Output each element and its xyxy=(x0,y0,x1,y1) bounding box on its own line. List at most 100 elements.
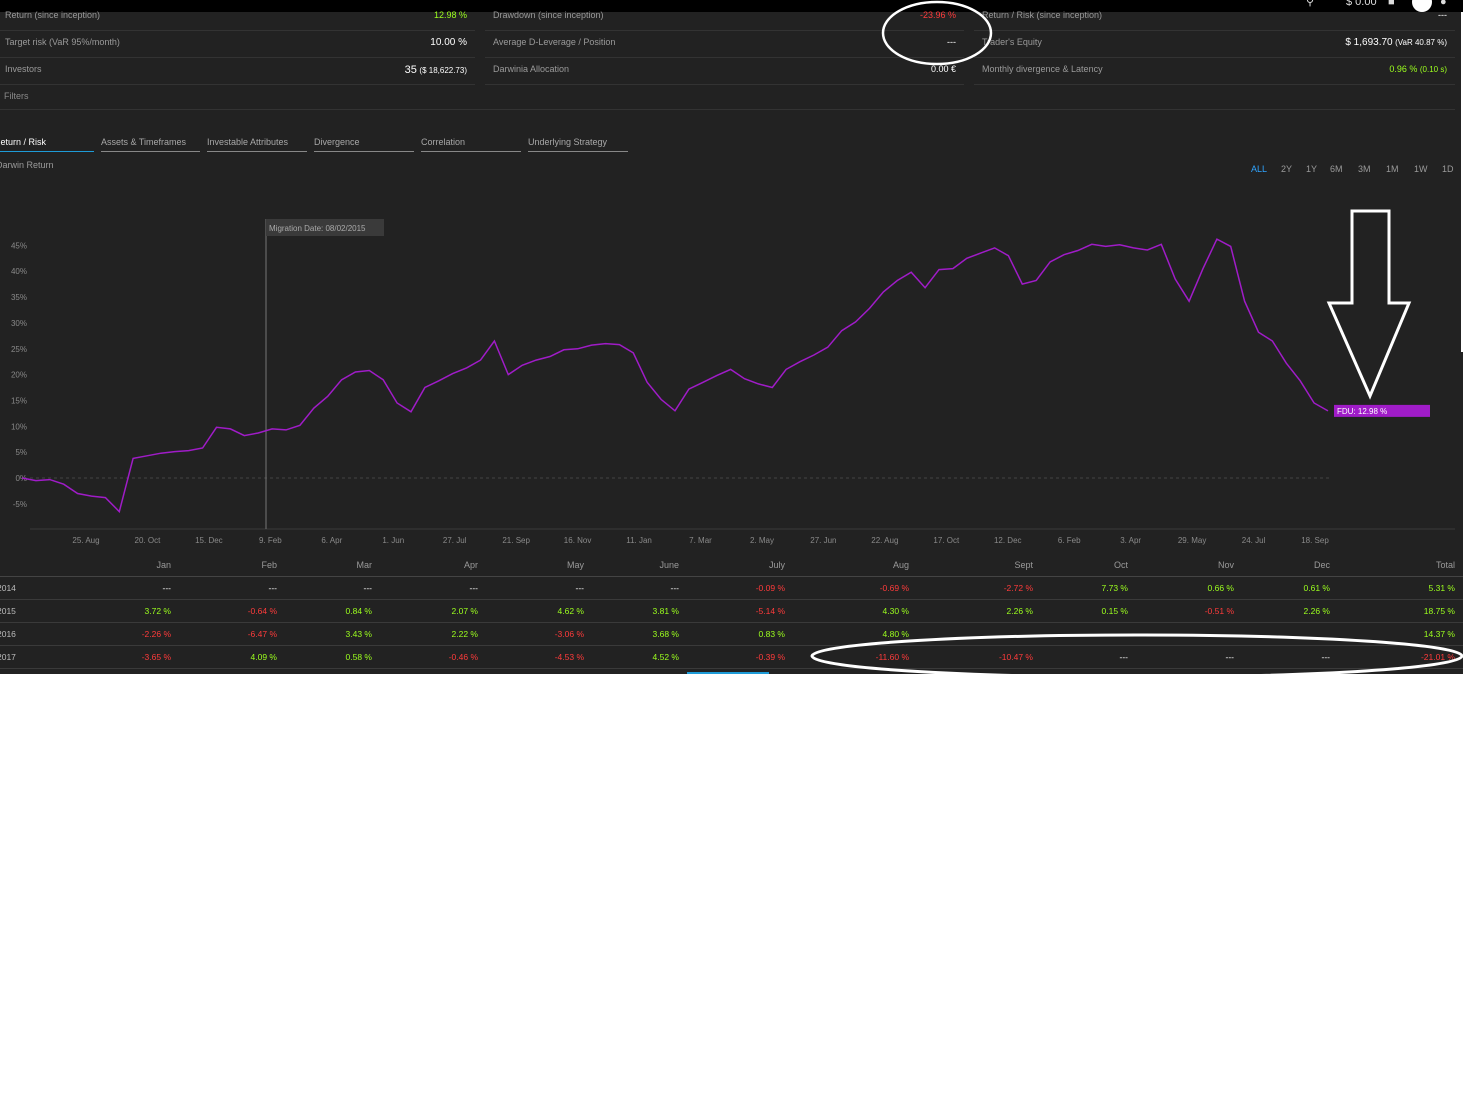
monthly-return-cell: 4.52 % xyxy=(652,652,679,662)
monthly-return-cell: 3.72 % xyxy=(144,606,171,616)
calendar-column-header: May xyxy=(566,560,584,570)
stat-label: Trader's Equity xyxy=(982,37,1042,47)
range-3m[interactable]: 3M xyxy=(1358,164,1371,174)
monthly-return-cell: 5.31 % xyxy=(1428,583,1455,593)
stat-divergence: Monthly divergence & Latency 0.96 % (0.1… xyxy=(974,58,1455,85)
equity-var: (VaR 40.87 %) xyxy=(1395,38,1447,47)
x-tick-label: 6. Apr xyxy=(321,536,342,545)
y-tick-label: -5% xyxy=(13,500,27,509)
x-tick-label: 27. Jun xyxy=(810,536,836,545)
stat-drawdown: Drawdown (since inception) -23.96 % xyxy=(485,4,964,31)
y-tick-label: 5% xyxy=(15,448,27,457)
x-tick-label: 2. May xyxy=(750,536,774,545)
stat-return-risk: Return / Risk (since inception) --- xyxy=(974,4,1455,31)
x-tick-label: 21. Sep xyxy=(502,536,530,545)
monthly-return-cell: -3.65 % xyxy=(141,652,171,662)
calendar-column-header: Mar xyxy=(356,560,373,570)
monthly-return-cell: -0.64 % xyxy=(247,606,277,616)
year-label: 2014 xyxy=(0,583,16,593)
calendar-column-header: Nov xyxy=(1217,560,1234,570)
stat-label: Investors xyxy=(5,64,42,74)
x-tick-label: 9. Feb xyxy=(259,536,282,545)
monthly-return-cell: -0.09 % xyxy=(755,583,785,593)
tab-correlation[interactable]: Correlation xyxy=(421,137,521,152)
end-value-label: FDU: 12.98 % xyxy=(1337,407,1387,416)
monthly-return-cell: 4.09 % xyxy=(250,652,277,662)
calendar-column-header: Jan xyxy=(156,560,171,570)
return-series-line xyxy=(21,238,1329,514)
y-tick-label: 40% xyxy=(11,267,27,276)
calendar-column-header: Total xyxy=(1435,560,1455,570)
migration-label: Migration Date: 08/02/2015 xyxy=(269,224,366,233)
monthly-return-cell: 0.84 % xyxy=(345,606,372,616)
monthly-return-cell: --- xyxy=(1225,652,1235,662)
stat-value: 0.00 € xyxy=(930,64,956,74)
monthly-return-cell: 0.66 % xyxy=(1207,583,1234,593)
x-tick-label: 7. Mar xyxy=(689,536,712,545)
calendar-header: Jan Feb Mar Apr May June July Aug Sept Oct Nov Dec T… xyxy=(0,556,1463,577)
monthly-return-cell: 2.07 % xyxy=(451,606,478,616)
tab-assets-timeframes[interactable]: Assets & Timeframes xyxy=(101,137,200,152)
latency-value: (0.10 s) xyxy=(1419,65,1447,74)
monthly-return-cell: 4.30 % xyxy=(882,606,909,616)
stat-return: Return (since inception) 12.98 % xyxy=(0,4,475,31)
y-tick-label: 20% xyxy=(11,371,27,380)
monthly-return-cell: --- xyxy=(670,583,680,593)
monthly-return-cell: 7.73 % xyxy=(1101,583,1128,593)
calendar-column-header: Oct xyxy=(1113,560,1128,570)
monthly-return-cell: 4.80 % xyxy=(882,629,909,639)
range-6m[interactable]: 6M xyxy=(1330,164,1343,174)
range-1d[interactable]: 1D xyxy=(1442,164,1454,174)
calendar-column-header: June xyxy=(659,560,679,570)
monthly-return-cell: 0.15 % xyxy=(1101,606,1128,616)
monthly-return-cell: -6.47 % xyxy=(247,629,277,639)
monthly-return-cell: 3.43 % xyxy=(345,629,372,639)
stat-value: 35 ($ 18,622.73) xyxy=(405,64,467,76)
stat-value: -23.96 % xyxy=(919,10,956,20)
monthly-return-cell: -0.46 % xyxy=(448,652,478,662)
y-tick-label: 15% xyxy=(11,396,27,405)
monthly-return-cell: --- xyxy=(268,583,278,593)
monthly-return-cell: 2.22 % xyxy=(451,629,478,639)
tab-underlying-strategy[interactable]: Underlying Strategy xyxy=(528,137,628,152)
monthly-return-cell: 3.68 % xyxy=(652,629,679,639)
monthly-return-cell: --- xyxy=(575,583,585,593)
return-chart[interactable]: -5%0%5%10%15%20%25%30%35%40%45%25. Aug 20… xyxy=(0,180,1463,556)
monthly-return-cell: 4.62 % xyxy=(557,606,584,616)
calendar-column-header: Feb xyxy=(261,560,277,570)
monthly-return-cell: 18.75 % xyxy=(1423,606,1455,616)
range-1w[interactable]: 1W xyxy=(1414,164,1428,174)
range-2y[interactable]: 2Y xyxy=(1281,164,1292,174)
tab-divergence[interactable]: Divergence xyxy=(314,137,414,152)
stat-label: Return / Risk (since inception) xyxy=(982,10,1103,20)
range-1m[interactable]: 1M xyxy=(1386,164,1399,174)
stat-avg-leverage: Average D-Leverage / Position --- xyxy=(485,31,964,58)
range-all[interactable]: ALL xyxy=(1251,164,1267,174)
monthly-return-cell: --- xyxy=(162,583,172,593)
monthly-return-cell: -10.47 % xyxy=(998,652,1033,662)
tab-return-risk[interactable]: Return / Risk xyxy=(0,137,94,152)
stat-investors: Investors 35 ($ 18,622.73) xyxy=(0,58,475,85)
x-tick-label: 22. Aug xyxy=(871,536,898,545)
x-tick-label: 12. Dec xyxy=(994,536,1022,545)
calendar-row: 2017 -3.65 % 4.09 % 0.58 % -0.46 % -4.53 % 4.5… xyxy=(0,646,1463,669)
tab-investable-attributes[interactable]: Investable Attributes xyxy=(207,137,307,152)
x-tick-label: 6. Feb xyxy=(1058,536,1081,545)
x-tick-label: 25. Aug xyxy=(72,536,99,545)
monthly-return-cell: -4.53 % xyxy=(554,652,584,662)
year-label: 2015 xyxy=(0,606,16,616)
calendar-column-header: Dec xyxy=(1313,560,1330,570)
equity-amount: $ 1,693.70 xyxy=(1345,37,1393,48)
x-tick-label: 11. Jan xyxy=(626,536,652,545)
x-tick-label: 24. Jul xyxy=(1242,536,1266,545)
stat-label: Monthly divergence & Latency xyxy=(982,64,1103,74)
stat-value: 0.96 % (0.10 s) xyxy=(1389,64,1447,74)
x-tick-label: 27. Jul xyxy=(443,536,467,545)
x-tick-label: 18. Sep xyxy=(1301,536,1329,545)
monthly-return-cell: -3.06 % xyxy=(554,629,584,639)
calendar-column-header: July xyxy=(768,560,785,570)
filters-toggle[interactable]: Filters xyxy=(4,91,29,101)
monthly-return-cell: --- xyxy=(363,583,373,593)
range-1y[interactable]: 1Y xyxy=(1306,164,1317,174)
stat-value: 12.98 % xyxy=(433,10,467,20)
